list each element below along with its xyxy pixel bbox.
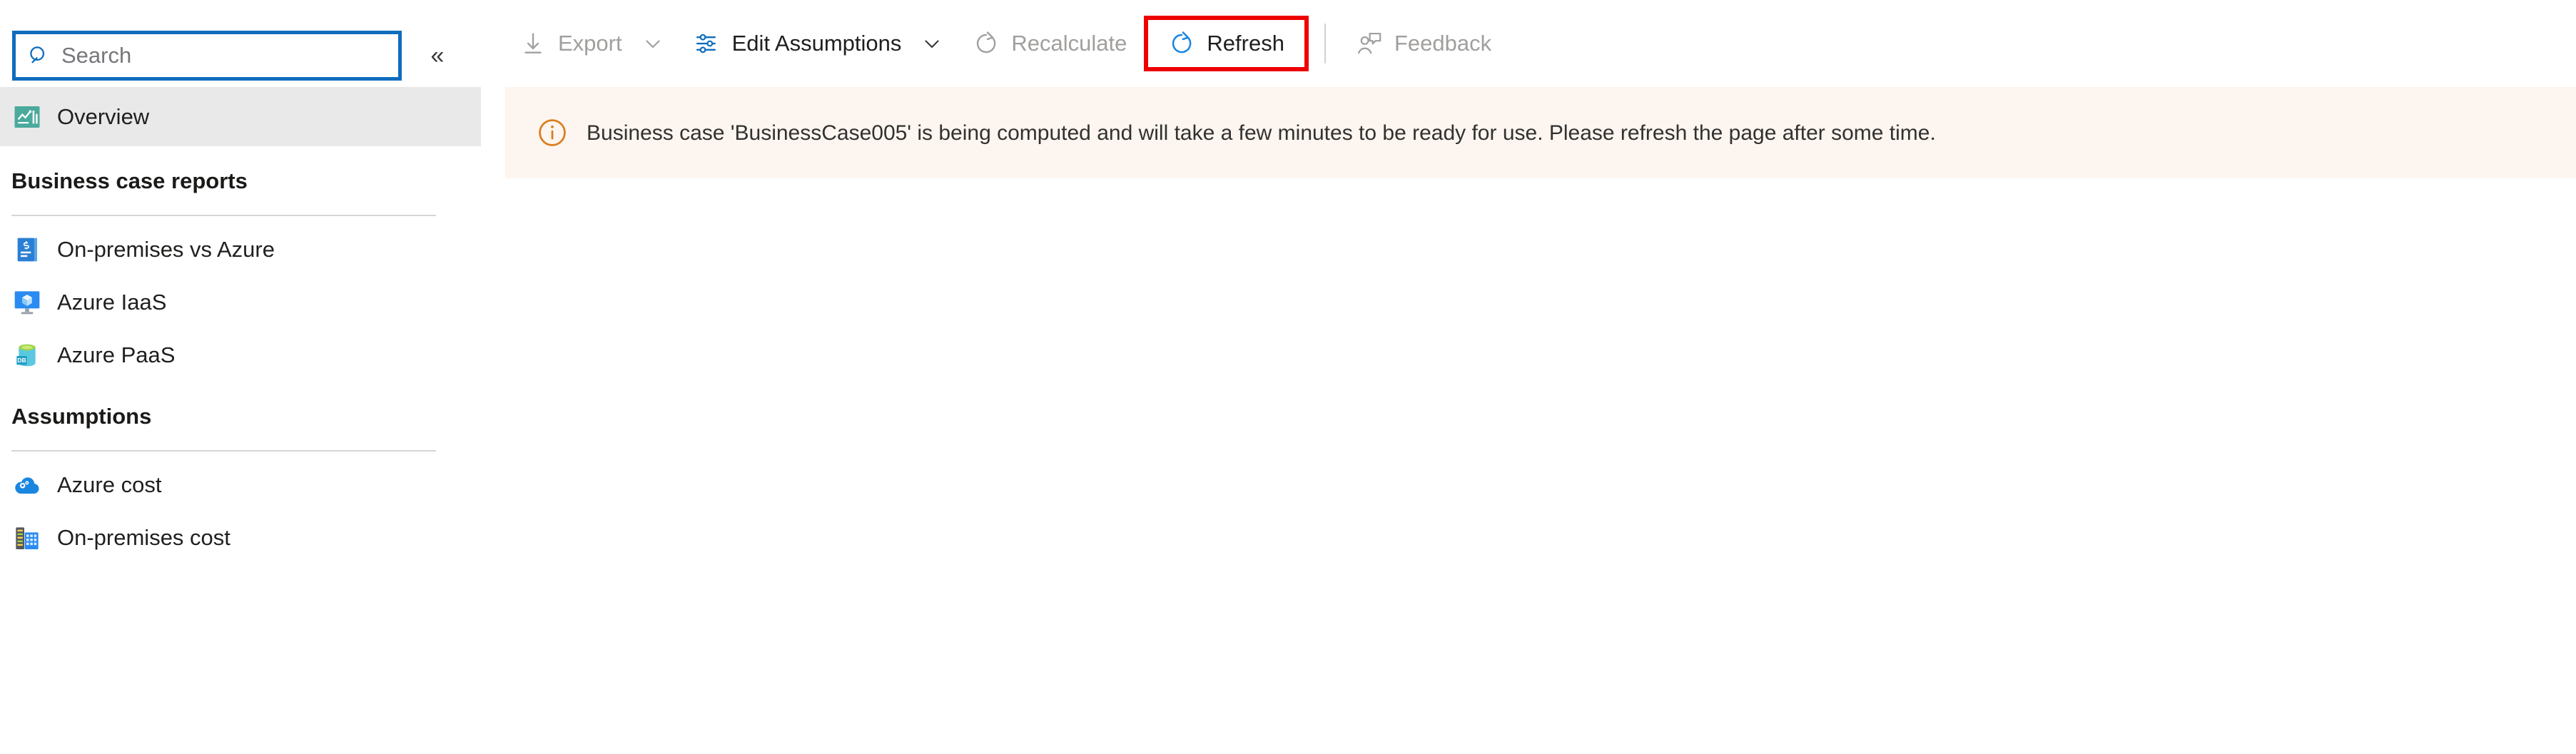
report-content-area xyxy=(505,178,2576,754)
search-box[interactable] xyxy=(12,31,402,81)
feedback-label: Feedback xyxy=(1394,31,1492,56)
collapse-sidebar-button[interactable]: « xyxy=(417,36,457,76)
sidebar-item-on-premises-cost[interactable]: On-premises cost xyxy=(0,511,500,564)
status-banner-message: Business case 'BusinessCase005' is being… xyxy=(587,121,1936,145)
edit-assumptions-label: Edit Assumptions xyxy=(731,31,902,56)
person-feedback-icon xyxy=(1357,32,1381,54)
sidebar-item-label: On-premises cost xyxy=(57,525,230,551)
search-row: « xyxy=(0,0,500,81)
nav-section-business-case-reports: Business case reports xyxy=(0,168,500,217)
nav-section-items-assumptions: Azure cost On-premises cost xyxy=(0,459,500,564)
sidebar-item-label: Azure IaaS xyxy=(57,290,167,315)
status-banner: Business case 'BusinessCase005' is being… xyxy=(505,87,2576,178)
search-icon xyxy=(30,46,45,63)
recalculate-button[interactable]: Recalculate xyxy=(958,17,1141,70)
database-icon: DB xyxy=(16,344,36,367)
cloud-settings-icon xyxy=(15,477,39,494)
command-toolbar: Export Edit Assumptions Recalculate Refr… xyxy=(500,0,2576,87)
sidebar-item-overview[interactable]: Overview xyxy=(0,87,481,146)
download-icon xyxy=(524,33,542,54)
toolbar-divider xyxy=(1324,24,1326,63)
sidebar-item-azure-iaas[interactable]: Azure IaaS xyxy=(0,276,500,329)
server-building-icon xyxy=(16,527,39,550)
feedback-button[interactable]: Feedback xyxy=(1342,17,1506,70)
chevron-down-icon xyxy=(646,40,660,49)
nav-section-title: Business case reports xyxy=(11,168,248,193)
left-navigation: « Overview Business case reports xyxy=(0,0,500,754)
export-label: Export xyxy=(558,31,622,56)
virtual-machine-icon xyxy=(14,291,40,315)
invoice-icon xyxy=(17,238,37,262)
edit-assumptions-button[interactable]: Edit Assumptions xyxy=(679,17,959,70)
svg-text:DB: DB xyxy=(17,357,26,364)
sidebar-item-label: Azure cost xyxy=(57,472,162,498)
nav-section-items-reports: On-premises vs Azure Azure IaaS DB Azure… xyxy=(0,223,500,382)
nav-divider xyxy=(11,450,436,452)
sidebar-item-label: Azure PaaS xyxy=(57,342,176,368)
nav-section-title: Assumptions xyxy=(11,404,152,429)
refresh-highlight-box: Refresh xyxy=(1144,16,1309,71)
refresh-button[interactable]: Refresh xyxy=(1160,17,1293,70)
recalculate-label: Recalculate xyxy=(1011,31,1127,56)
sidebar-item-label: Overview xyxy=(57,103,150,129)
export-button[interactable]: Export xyxy=(505,17,679,70)
chevron-down-icon xyxy=(925,40,939,49)
info-circle-icon xyxy=(539,119,566,146)
sliders-icon xyxy=(696,34,716,54)
nav-divider xyxy=(11,215,436,217)
sidebar-item-azure-paas[interactable]: DB Azure PaaS xyxy=(0,329,500,382)
nav-list: Overview Business case reports On-premis… xyxy=(0,87,500,564)
sidebar-item-on-premises-vs-azure[interactable]: On-premises vs Azure xyxy=(0,223,500,276)
search-input[interactable] xyxy=(61,43,368,68)
sidebar-item-azure-cost[interactable]: Azure cost xyxy=(0,459,500,511)
app-root: « Overview Business case reports xyxy=(0,0,2576,754)
main-panel: Export Edit Assumptions Recalculate Refr… xyxy=(500,0,2576,754)
overview-chart-icon xyxy=(14,106,40,128)
refresh-circle-icon xyxy=(1172,31,1192,54)
sidebar-item-label: On-premises vs Azure xyxy=(57,237,275,263)
refresh-circle-icon xyxy=(977,31,996,54)
refresh-label: Refresh xyxy=(1207,31,1284,56)
nav-section-assumptions: Assumptions xyxy=(0,404,500,452)
